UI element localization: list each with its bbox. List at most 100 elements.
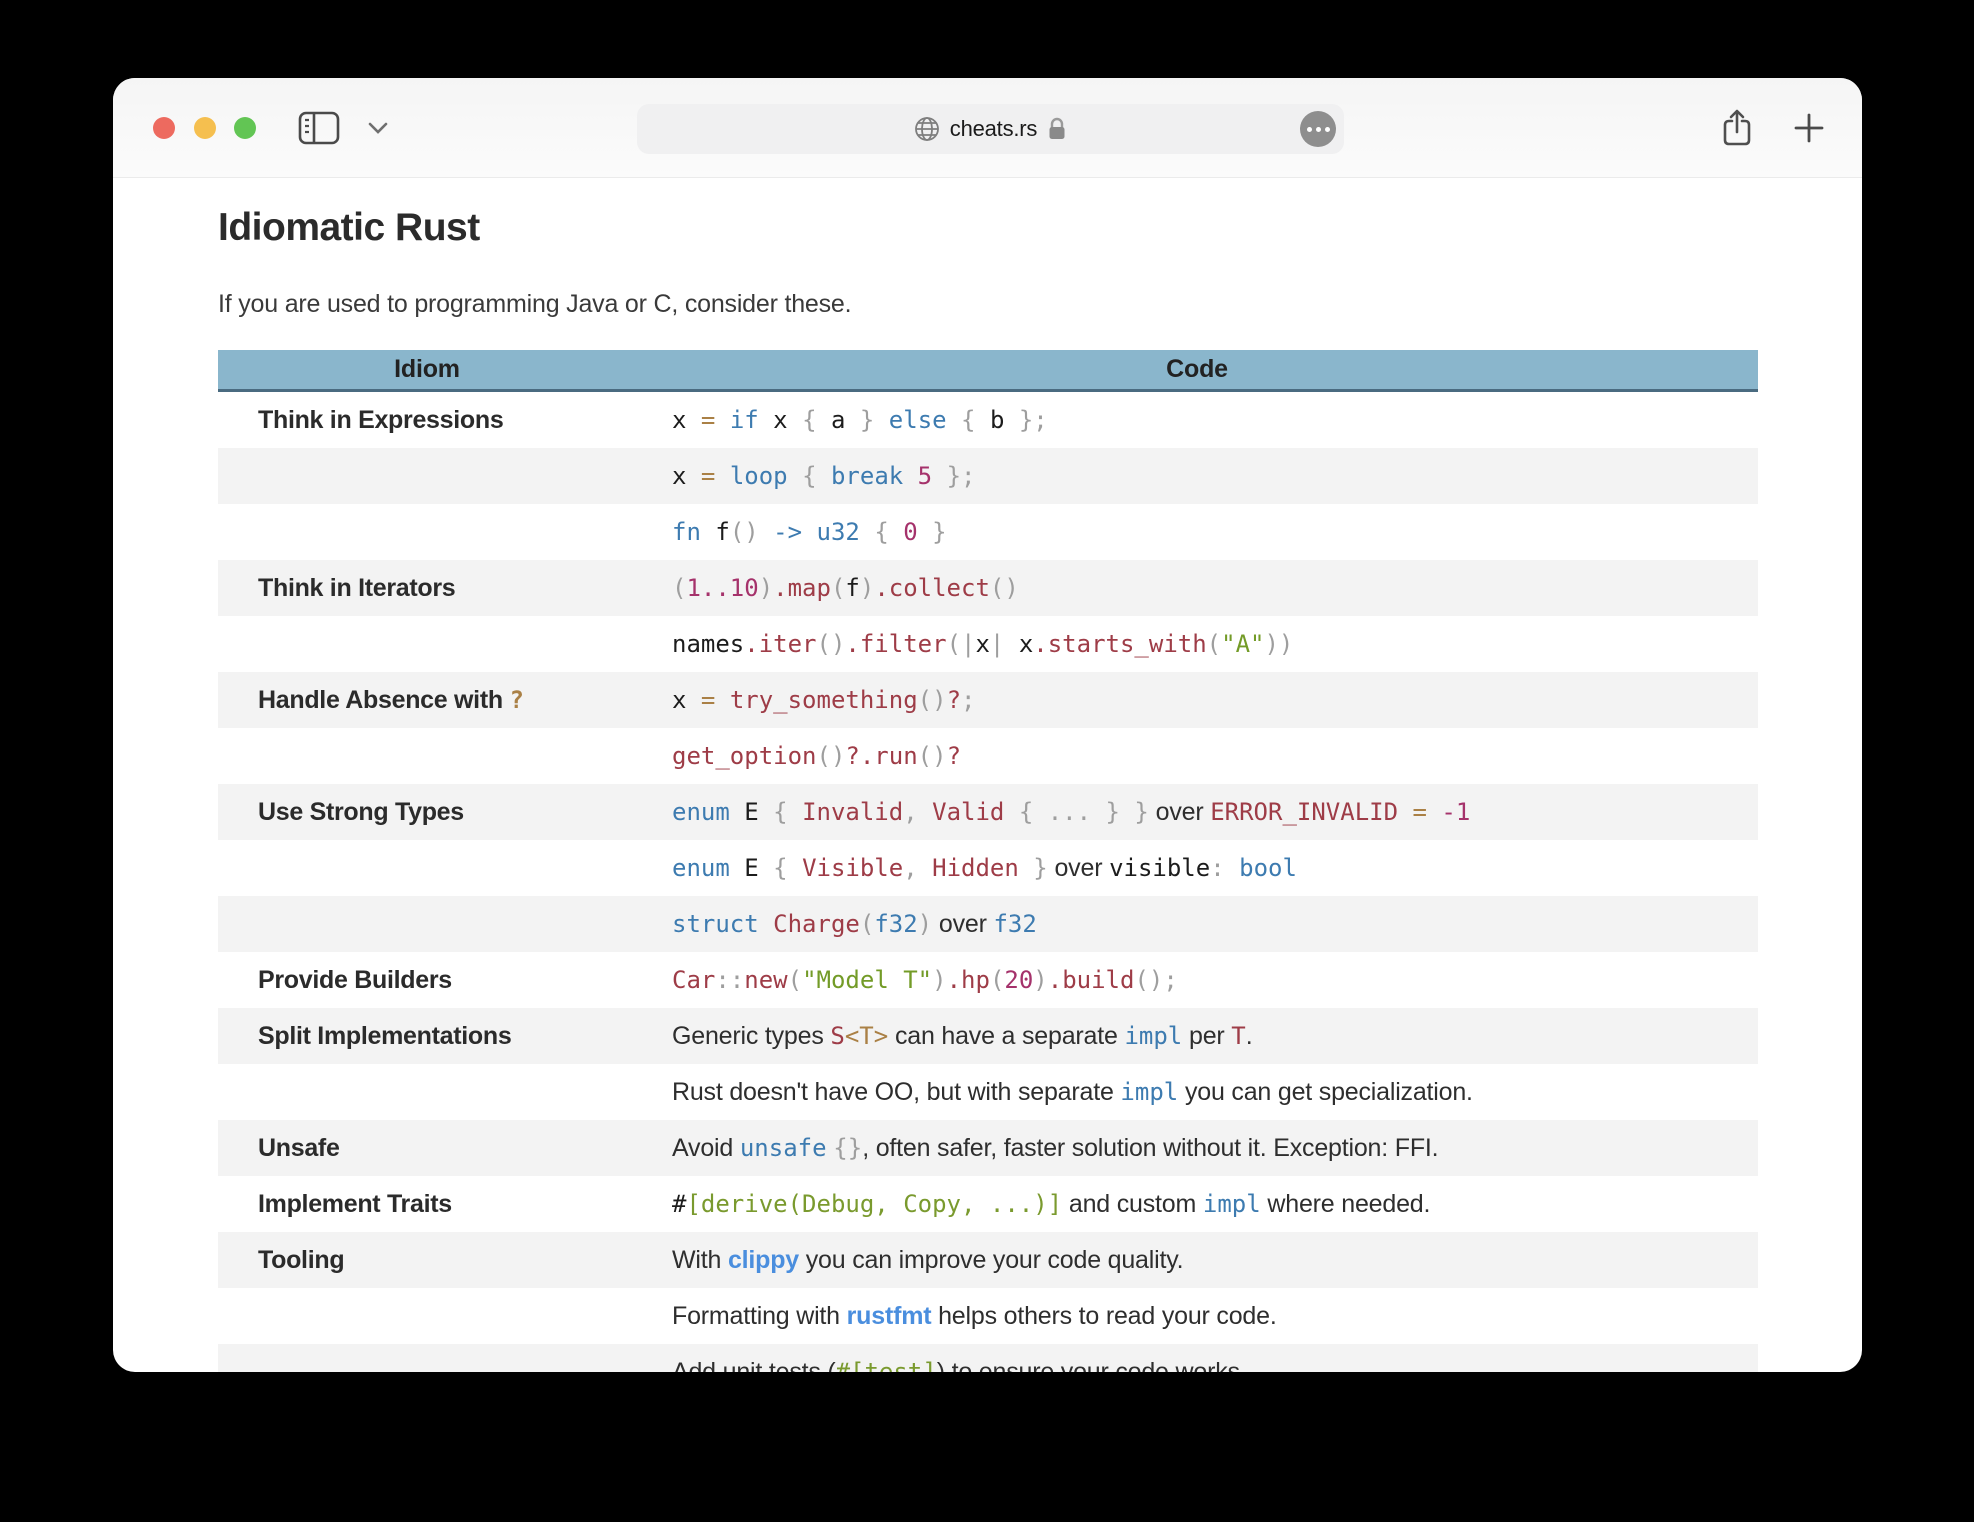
- idiom-cell: [218, 504, 636, 560]
- table-row: enum E { Visible, Hidden } over visible:…: [218, 840, 1758, 896]
- code-segment: ): [918, 910, 932, 938]
- url-text: cheats.rs: [950, 116, 1037, 142]
- code-segment: {: [802, 462, 831, 490]
- sidebar-toggle-icon[interactable]: [291, 78, 347, 178]
- code-segment: ->: [773, 518, 816, 546]
- code-segment: ?: [947, 742, 961, 770]
- code-segment: new: [744, 966, 787, 994]
- idiom-table: Idiom Code Think in Expressionsx = if x …: [218, 350, 1758, 1372]
- idiom-cell: [218, 728, 636, 784]
- table-row: Split ImplementationsGeneric types S<T> …: [218, 1008, 1758, 1064]
- code-link[interactable]: rustfmt: [847, 1302, 932, 1330]
- code-segment: get_option: [672, 742, 817, 770]
- chevron-down-icon[interactable]: [361, 78, 395, 178]
- code-segment: =: [701, 406, 730, 434]
- minimize-button[interactable]: [194, 117, 216, 139]
- table-row: Provide BuildersCar::new("Model T").hp(2…: [218, 952, 1758, 1008]
- code-segment: [903, 462, 917, 490]
- code-segment: .collect: [874, 574, 990, 602]
- code-segment: can have a separate: [888, 1022, 1124, 1050]
- code-segment: ,: [903, 854, 932, 882]
- code-segment: {}: [833, 1134, 862, 1162]
- code-segment: (): [817, 630, 846, 658]
- idiom-cell: Split Implementations: [218, 1008, 636, 1064]
- idiom-label: Provide Builders: [258, 966, 452, 994]
- code-segment: Add unit tests (: [672, 1358, 836, 1373]
- table-row: Handle Absence with ?x = try_something()…: [218, 672, 1758, 728]
- code-segment: try_something: [730, 686, 918, 714]
- code-segment: };: [1004, 406, 1047, 434]
- code-segment: =: [1413, 798, 1442, 826]
- code-segment: [759, 910, 773, 938]
- share-icon[interactable]: [1709, 78, 1765, 178]
- code-segment: bool: [1239, 854, 1297, 882]
- table-row: UnsafeAvoid unsafe {}, often safer, fast…: [218, 1120, 1758, 1176]
- code-segment: f32: [874, 910, 917, 938]
- code-segment: where needed.: [1261, 1190, 1431, 1218]
- table-row: fn f() -> u32 { 0 }: [218, 504, 1758, 560]
- code-segment: =: [701, 462, 730, 490]
- table-row: ToolingWith clippy you can improve your …: [218, 1232, 1758, 1288]
- page-title: Idiomatic Rust: [218, 206, 1758, 250]
- code-cell: Rust doesn't have OO, but with separate …: [636, 1064, 1758, 1120]
- zoom-button[interactable]: [234, 117, 256, 139]
- code-segment: (): [730, 518, 773, 546]
- code-cell: Car::new("Model T").hp(20).build();: [636, 952, 1758, 1008]
- code-segment: .hp: [947, 966, 990, 994]
- code-segment: f32: [993, 910, 1036, 938]
- page-content: Idiomatic Rust If you are used to progra…: [113, 206, 1862, 1372]
- code-cell: fn f() -> u32 { 0 }: [636, 504, 1758, 560]
- code-segment: ): [932, 966, 946, 994]
- code-segment: ;: [961, 686, 975, 714]
- code-segment: "Model T": [802, 966, 932, 994]
- code-segment: {: [874, 518, 903, 546]
- idiom-cell: [218, 896, 636, 952]
- code-cell: x = loop { break 5 };: [636, 448, 1758, 504]
- code-segment: <T>: [845, 1022, 888, 1050]
- code-segment: enum: [672, 798, 730, 826]
- code-segment: .run: [860, 742, 918, 770]
- idiom-cell: Unsafe: [218, 1120, 636, 1176]
- table-row: names.iter().filter(|x| x.starts_with("A…: [218, 616, 1758, 672]
- code-segment: , often safer, faster solution without i…: [862, 1134, 1438, 1162]
- code-segment: over: [1149, 798, 1210, 826]
- address-bar[interactable]: cheats.rs: [637, 104, 1344, 154]
- code-segment: [1004, 798, 1018, 826]
- code-segment: ,: [903, 798, 932, 826]
- code-cell: get_option()?.run()?: [636, 728, 1758, 784]
- close-button[interactable]: [153, 117, 175, 139]
- code-segment: =: [701, 686, 730, 714]
- code-segment: if: [730, 406, 759, 434]
- page-menu-button[interactable]: [1300, 111, 1336, 147]
- code-segment: ) to ensure your code works.: [937, 1358, 1247, 1373]
- code-segment: else: [889, 406, 947, 434]
- idiom-label: Think in Expressions: [258, 406, 503, 434]
- idiom-cell: Implement Traits: [218, 1176, 636, 1232]
- idiom-cell: [218, 448, 636, 504]
- code-segment: per: [1182, 1022, 1231, 1050]
- code-segment: Invalid: [802, 798, 903, 826]
- code-segment: .build: [1048, 966, 1135, 994]
- table-row: struct Charge(f32) over f32: [218, 896, 1758, 952]
- code-segment: impl: [1203, 1190, 1261, 1218]
- code-segment: ?: [947, 686, 961, 714]
- code-segment: a: [831, 406, 845, 434]
- code-segment: you can improve your code quality.: [799, 1246, 1183, 1274]
- code-cell: Add unit tests (#[test]) to ensure your …: [636, 1344, 1758, 1372]
- code-segment: S: [830, 1022, 844, 1050]
- idiom-label: Unsafe: [258, 1134, 340, 1162]
- code-segment: unsafe: [740, 1134, 827, 1162]
- code-segment: ERROR_INVALID: [1210, 798, 1412, 826]
- code-segment: };: [932, 462, 975, 490]
- code-link[interactable]: clippy: [728, 1246, 799, 1274]
- idiom-label: Handle Absence with: [258, 686, 509, 714]
- code-segment: impl: [1124, 1022, 1182, 1050]
- code-segment: ): [759, 574, 773, 602]
- code-segment: (): [817, 742, 846, 770]
- code-segment: .iter: [744, 630, 816, 658]
- idiom-cell: Think in Iterators: [218, 560, 636, 616]
- code-segment: #: [672, 1190, 686, 1218]
- code-cell: x = if x { a } else { b };: [636, 392, 1758, 448]
- lock-icon: [1047, 117, 1067, 141]
- new-tab-icon[interactable]: [1781, 78, 1837, 178]
